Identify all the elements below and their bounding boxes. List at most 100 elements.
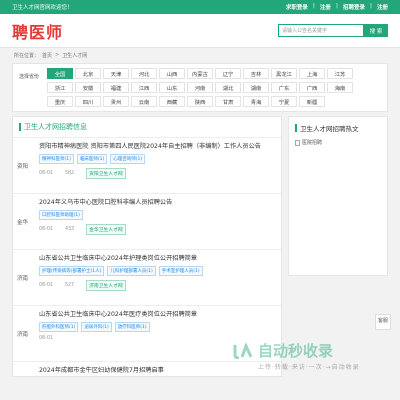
province-filter: 选择省份 全国 北京 天津 河北 山西 内蒙古 辽宁 吉林 黑龙江 上海 江苏浙江 安徽 福建 江西 山东河… (12, 63, 388, 112)
province-chip[interactable]: 天津 (103, 68, 129, 79)
province-chip[interactable]: 河南 (187, 82, 213, 93)
breadcrumb-current: 卫生人才网 (62, 53, 88, 59)
search-button[interactable]: 搜 索 (364, 24, 388, 37)
province-chip[interactable]: 山西 (159, 68, 185, 79)
job-row[interactable]: 济南 山东省公共卫生临床中心2024年医疗类岗位公开招聘简章 肝胆外科医师(1)… (13, 306, 281, 362)
job-views: 582 (64, 171, 75, 177)
job-tag[interactable]: 精神科医师(1) (39, 154, 74, 165)
job-source-badge[interactable]: 金华卫生人才网 (86, 224, 126, 236)
job-title[interactable]: 2024年义乌市中心医院口腔科非编人员招聘公告 (39, 199, 275, 207)
job-tags: 肝胆外科医师(1) 泌尿外科(1) 放疗科医师(1) (39, 322, 275, 333)
job-row[interactable]: 金华 2024年义乌市中心医院口腔科非编人员招聘公告 口腔科医师助理(1) 08… (13, 194, 281, 250)
customer-service-button[interactable]: 客服 (375, 314, 391, 330)
employer-login-link[interactable]: 招聘登录 (343, 3, 365, 11)
top-bar: 卫生人才网官网欢迎您！ 求职登录 | 注册 | 招聘登录 | 注册 (0, 0, 400, 14)
employer-register-link[interactable]: 注册 (377, 3, 388, 11)
job-tag[interactable]: 口腔科医师助理(1) (39, 210, 83, 221)
province-chip[interactable]: 宁夏 (271, 96, 297, 107)
province-chip[interactable]: 湖南 (243, 82, 269, 93)
job-tag[interactable]: 手术室护理人员(1) (158, 266, 203, 277)
title-accent-bar-right (295, 124, 297, 132)
hot-articles-panel: 卫生人才网招聘热文 医院招聘 (288, 116, 388, 276)
job-source-badge[interactable]: 济南卫生人才网 (86, 280, 126, 292)
hot-articles-title: 卫生人才网招聘热文 (295, 123, 381, 133)
job-location: 金华 (17, 220, 29, 226)
job-title[interactable]: 山东省公共卫生临床中心2024年护理类岗位公开招聘简章 (39, 255, 275, 263)
search-input[interactable]: 请输入公告名关键字 (278, 24, 364, 37)
province-chip[interactable]: 北京 (75, 68, 101, 79)
breadcrumb-home[interactable]: 首页 (42, 52, 52, 59)
jobseeker-login-link[interactable]: 求职登录 (286, 3, 308, 11)
job-row[interactable]: 资阳 资阳市精神病医院 资阳市第四人民医院2024年自主招聘（非编制）工作人员公… (13, 138, 281, 194)
province-chip[interactable]: 福建 (103, 82, 129, 93)
job-tag[interactable]: 临床医师(1) (76, 154, 108, 165)
province-chip[interactable]: 西藏 (159, 96, 185, 107)
job-body: 2024年义乌市中心医院口腔科非编人员招聘公告 口腔科医师助理(1) 08-01… (39, 199, 275, 245)
job-row[interactable]: 济南 山东省公共卫生临床中心2024年护理类岗位公开招聘简章 护理(传染病等)部… (13, 250, 281, 306)
province-chip[interactable]: 浙江 (47, 82, 73, 93)
hot-article-image[interactable]: 医院招聘 (295, 139, 381, 146)
province-chip[interactable]: 甘肃 (215, 96, 241, 107)
province-chip[interactable]: 内蒙古 (187, 68, 213, 79)
job-tags: 精神科医师(1) 临床医师(1) 心理咨询师(1) (39, 154, 275, 165)
province-chip[interactable]: 重庆 (47, 96, 73, 107)
province-chip[interactable]: 山东 (159, 82, 185, 93)
job-title[interactable]: 2024年成都市金牛区妇幼保健院7月招聘启事 (39, 367, 275, 375)
province-chip[interactable]: 黑龙江 (271, 68, 297, 79)
province-chip[interactable]: 陕西 (187, 96, 213, 107)
job-list-title: 卫生人才网招聘信息 (13, 117, 281, 138)
job-tag[interactable]: 泌尿外科(1) (81, 322, 112, 333)
filter-label: 选择省份 (19, 74, 40, 80)
job-tag[interactable]: 护理(传染病等)部署护士(1人) (39, 266, 105, 277)
job-tag[interactable]: 肝胆外科医师(1) (39, 322, 79, 333)
job-location: 济南 (17, 332, 29, 338)
job-source-badge[interactable]: 资阳卫生人才网 (86, 168, 126, 180)
job-location: 济南 (17, 276, 29, 282)
job-location (17, 367, 39, 376)
province-chip[interactable]: 吉林 (243, 68, 269, 79)
hot-articles-title-text: 卫生人才网招聘热文 (300, 125, 359, 133)
job-date: 08-01 (39, 336, 53, 342)
job-row[interactable]: 2024年成都市金牛区妇幼保健院7月招聘启事 (13, 362, 281, 376)
province-chip[interactable]: 江西 (131, 82, 157, 93)
job-tag[interactable]: 放疗科医师(1) (114, 322, 150, 333)
job-tags: 护理(传染病等)部署护士(1人) 儿科护理部署人员(1) 手术室护理人员(1) (39, 266, 275, 277)
province-chip[interactable]: 云南 (131, 96, 157, 107)
jobseeker-register-link[interactable]: 注册 (320, 3, 331, 11)
search-bar: 请输入公告名关键字 搜 索 (278, 24, 388, 37)
province-chip[interactable]: 海南 (327, 82, 353, 93)
province-chip[interactable]: 江苏 (327, 68, 353, 79)
job-body: 资阳市精神病医院 资阳市第四人民医院2024年自主招聘（非编制）工作人员公告 精… (39, 143, 275, 189)
job-body: 山东省公共卫生临床中心2024年护理类岗位公开招聘简章 护理(传染病等)部署护士… (39, 255, 275, 301)
province-chip[interactable]: 贵州 (103, 96, 129, 107)
province-chip[interactable]: 四川 (75, 96, 101, 107)
main-content: 卫生人才网招聘信息 资阳 资阳市精神病医院 资阳市第四人民医院2024年自主招聘… (12, 116, 388, 377)
job-tag[interactable]: 儿科护理部署人员(1) (107, 266, 156, 277)
breadcrumb: 所在位置： 首页 > 卫生人才网 (0, 48, 400, 63)
province-chip[interactable]: 湖北 (215, 82, 241, 93)
welcome-text: 卫生人才网官网欢迎您！ (12, 5, 73, 11)
job-list-panel: 卫生人才网招聘信息 资阳 资阳市精神病医院 资阳市第四人民医院2024年自主招聘… (12, 116, 282, 377)
province-chip[interactable]: 广西 (299, 82, 325, 93)
province-chip[interactable]: 新疆 (299, 96, 325, 107)
job-meta: 08-01 (39, 336, 275, 341)
site-logo[interactable]: 聘医师 (12, 19, 63, 43)
province-chip[interactable]: 安徽 (75, 82, 101, 93)
job-tag[interactable]: 心理咨询师(1) (110, 154, 146, 165)
province-chip[interactable]: 青海 (243, 96, 269, 107)
province-chip[interactable]: 辽宁 (215, 68, 241, 79)
job-date: 08-01 (39, 171, 53, 177)
job-location: 资阳 (17, 164, 29, 170)
province-chip[interactable]: 全国 (47, 68, 73, 79)
job-title[interactable]: 资阳市精神病医院 资阳市第四人民医院2024年自主招聘（非编制）工作人员公告 (39, 143, 275, 151)
hot-article-image-alt: 医院招聘 (302, 140, 323, 146)
province-chip[interactable]: 上海 (299, 68, 325, 79)
account-links: 求职登录 | 注册 | 招聘登录 | 注册 (286, 3, 388, 11)
job-meta: 08-01 527 济南卫生人才网 (39, 280, 275, 292)
job-title[interactable]: 山东省公共卫生临床中心2024年医疗类岗位公开招聘简章 (39, 311, 275, 319)
job-views: 433 (64, 227, 75, 233)
job-tags: 口腔科医师助理(1) (39, 210, 275, 221)
province-chip[interactable]: 河北 (131, 68, 157, 79)
link-separator-3: | (369, 3, 372, 9)
province-chip[interactable]: 广东 (271, 82, 297, 93)
